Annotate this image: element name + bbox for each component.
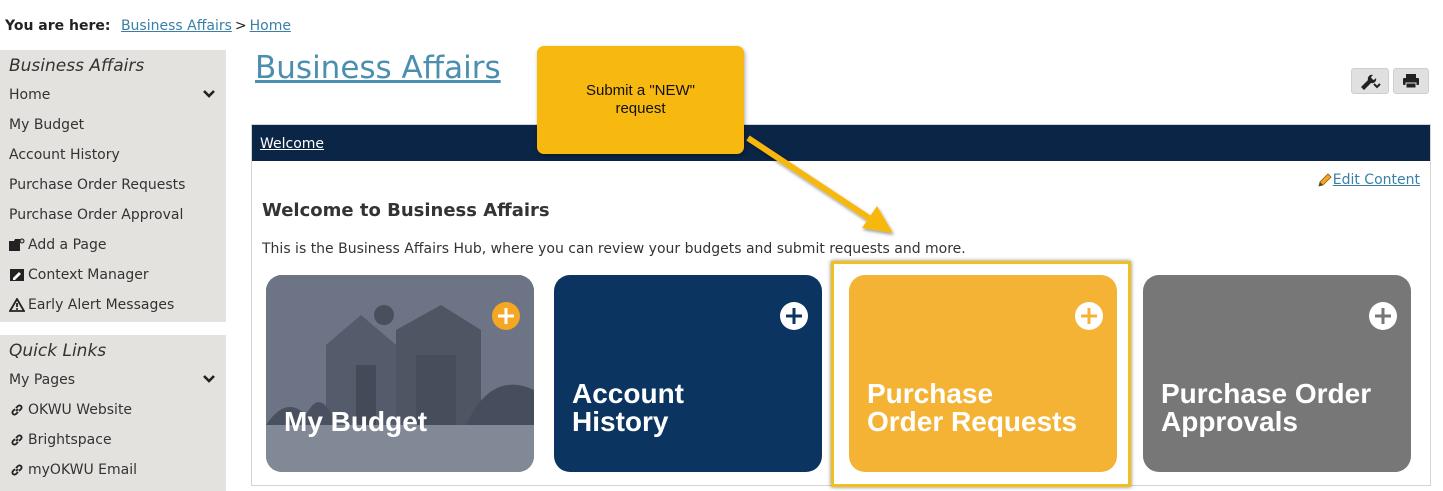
- quick-links-title: Quick Links: [9, 341, 107, 361]
- sidebar-item-home[interactable]: Home: [0, 80, 226, 110]
- plus-icon[interactable]: [1368, 301, 1398, 331]
- quick-link-label: My Pages: [9, 372, 76, 388]
- sidebar-item-my-budget[interactable]: My Budget: [0, 110, 226, 140]
- tile-label: My Budget: [284, 406, 428, 437]
- warning-icon: [9, 297, 25, 313]
- sidebar-business-affairs: Business Affairs Home My Budget Account …: [0, 50, 226, 322]
- breadcrumb-link-home[interactable]: Home: [250, 18, 291, 34]
- sidebar-item-early-alert-messages[interactable]: Early Alert Messages: [0, 290, 226, 320]
- sidebar-item-purchase-order-requests[interactable]: Purchase Order Requests: [0, 170, 226, 200]
- wrench-icon: [1361, 74, 1381, 90]
- tile-label: Purchase Order Approvals: [1161, 378, 1372, 437]
- link-icon: [9, 402, 25, 418]
- quick-link-my-pages[interactable]: My Pages: [0, 365, 226, 395]
- chevron-down-icon[interactable]: [202, 87, 216, 101]
- breadcrumb-label: You are here:: [5, 18, 111, 34]
- sidebar-item-purchase-order-approval[interactable]: Purchase Order Approval: [0, 200, 226, 230]
- sidebar-item-label: Home: [9, 87, 51, 103]
- sidebar-item-label: Add a Page: [28, 237, 107, 253]
- quick-link-myokwu-email[interactable]: myOKWU Email: [0, 455, 226, 485]
- printer-icon: [1403, 74, 1419, 89]
- tile-label: Account History: [572, 378, 684, 437]
- sidebar-item-context-manager[interactable]: Context Manager: [0, 260, 226, 290]
- welcome-text: This is the Business Affairs Hub, where …: [262, 241, 966, 257]
- highlight-box: [831, 261, 1131, 487]
- quick-link-brightspace[interactable]: Brightspace: [0, 425, 226, 455]
- tile-purchase-order-approvals[interactable]: Purchase Order Approvals: [1143, 275, 1411, 472]
- panel-header-link[interactable]: Welcome: [260, 136, 324, 152]
- panel-header: Welcome: [252, 125, 1430, 161]
- link-icon: [9, 462, 25, 478]
- sidebar-item-add-a-page[interactable]: Add a Page: [0, 230, 226, 260]
- sidebar-title: Business Affairs: [9, 56, 145, 76]
- sidebar-item-label: My Budget: [9, 117, 85, 133]
- print-button[interactable]: [1393, 68, 1429, 94]
- callout-tooltip: Submit a "NEW" request: [537, 46, 744, 154]
- sidebar-item-label: Early Alert Messages: [28, 297, 175, 313]
- sidebar-item-label: Context Manager: [28, 267, 149, 283]
- breadcrumb-link-business-affairs[interactable]: Business Affairs: [121, 18, 232, 34]
- plus-icon[interactable]: [491, 301, 521, 331]
- tile-my-budget[interactable]: My Budget: [266, 275, 534, 472]
- plus-icon[interactable]: [779, 301, 809, 331]
- quick-link-label: OKWU Website: [28, 402, 133, 418]
- quick-link-label: Brightspace: [28, 432, 112, 448]
- page-title[interactable]: Business Affairs: [255, 50, 501, 86]
- sidebar-item-label: Purchase Order Requests: [9, 177, 186, 193]
- link-icon: [9, 432, 25, 448]
- tile-account-history[interactable]: Account History: [554, 275, 822, 472]
- sidebar-item-label: Purchase Order Approval: [9, 207, 184, 223]
- edit-content-link[interactable]: Edit Content: [1317, 172, 1420, 188]
- sidebar-item-label: Account History: [9, 147, 120, 163]
- breadcrumb-separator: >: [234, 18, 247, 34]
- sidebar-quick-links: Quick Links My Pages OKWU Website Bright…: [0, 335, 226, 491]
- welcome-heading: Welcome to Business Affairs: [262, 200, 550, 221]
- quick-link-okwu-website[interactable]: OKWU Website: [0, 395, 226, 425]
- add-page-icon: [9, 237, 25, 253]
- edit-content-label: Edit Content: [1332, 172, 1420, 188]
- sidebar-item-account-history[interactable]: Account History: [0, 140, 226, 170]
- quick-link-label: myOKWU Email: [28, 462, 138, 478]
- chevron-down-icon[interactable]: [202, 372, 216, 386]
- breadcrumb: You are here: Business Affairs > Home: [5, 18, 291, 34]
- tools-button[interactable]: [1351, 68, 1389, 94]
- pencil-icon: [1318, 173, 1332, 187]
- context-manager-icon: [9, 267, 25, 283]
